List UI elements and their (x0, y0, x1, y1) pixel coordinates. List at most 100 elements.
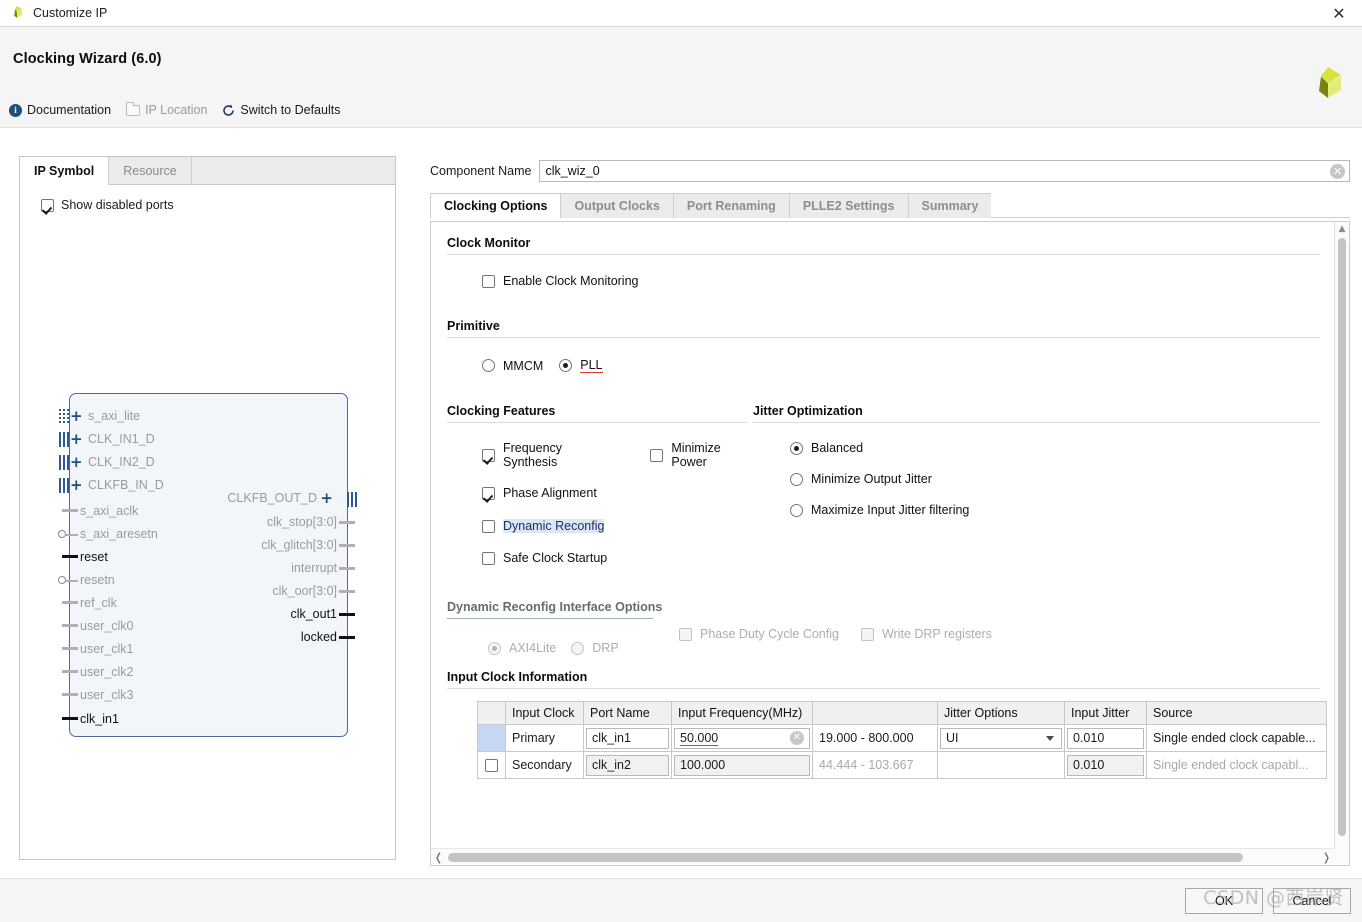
symbol-port-label: ref_clk (80, 596, 117, 610)
symbol-port-clk-in2-d[interactable]: + CLK_IN2_D (59, 455, 155, 470)
cell-port-name[interactable]: clk_in1 (583, 724, 672, 752)
ok-button[interactable]: OK (1185, 888, 1263, 914)
clocking-options-page: Clock Monitor Enable Clock Monitoring Pr… (430, 221, 1350, 866)
cancel-button[interactable]: Cancel (1273, 888, 1351, 914)
write-drp-registers-checkbox (860, 627, 874, 641)
axi4lite-radio (488, 641, 501, 655)
clocking-options-scroll-area: Clock Monitor Enable Clock Monitoring Pr… (431, 222, 1334, 848)
tab-plle2-settings[interactable]: PLLE2 Settings (788, 193, 908, 218)
tab-port-renaming[interactable]: Port Renaming (672, 193, 789, 218)
clear-icon[interactable]: ✕ (1330, 164, 1345, 179)
horizontal-scrollbar-track[interactable] (446, 852, 1319, 862)
symbol-port-s-axi-aclk: s_axi_aclk (62, 504, 138, 518)
tab-ip-symbol[interactable]: IP Symbol (20, 157, 110, 185)
cell-input-clock: Primary (505, 724, 584, 752)
phase-alignment-checkbox[interactable] (482, 486, 495, 500)
safe-clock-startup-row[interactable]: Safe Clock Startup (482, 551, 753, 565)
minimize-power-row[interactable]: Minimize Power (650, 441, 753, 469)
dynamic-reconfig-checkbox[interactable] (482, 519, 495, 533)
switch-to-defaults-link[interactable]: Switch to Defaults (222, 103, 340, 117)
mmcm-radio[interactable] (482, 359, 495, 372)
phase-alignment-row[interactable]: Phase Alignment (482, 486, 753, 500)
symbol-port-clk-in1-d[interactable]: + CLK_IN1_D (59, 432, 155, 447)
minimize-power-checkbox[interactable] (650, 448, 664, 462)
drp-label: DRP (592, 641, 619, 655)
documentation-link-label: Documentation (27, 103, 112, 117)
clear-icon[interactable]: ✕ (790, 731, 804, 745)
bus-connector-icon (59, 409, 70, 424)
tab-resource[interactable]: Resource (109, 157, 192, 184)
minimize-output-jitter-radio[interactable] (790, 472, 803, 486)
secondary-clock-checkbox[interactable] (485, 758, 498, 772)
refresh-icon (222, 104, 235, 117)
window-titlebar: Customize IP ✕ (0, 0, 1362, 27)
close-icon[interactable]: ✕ (1316, 0, 1362, 27)
section-input-clock-information: Input Clock Information Input Clock Port… (431, 670, 1334, 779)
port-name-input[interactable]: clk_in1 (586, 727, 669, 749)
maximize-input-jitter-row[interactable]: Maximize Input Jitter filtering (790, 503, 1334, 517)
vertical-scrollbar[interactable]: ▲ (1334, 222, 1349, 848)
scroll-up-icon[interactable]: ▲ (1335, 222, 1349, 236)
dynamic-reconfig-row[interactable]: Dynamic Reconfig (482, 519, 753, 533)
tab-output-clocks[interactable]: Output Clocks (560, 193, 673, 218)
primitive-option-mmcm[interactable]: MMCM (482, 359, 543, 373)
minimize-output-jitter-row[interactable]: Minimize Output Jitter (790, 472, 1334, 486)
symbol-port-label: clk_stop[3:0] (266, 515, 337, 529)
expand-icon[interactable]: + (70, 409, 83, 424)
pin-stub-icon (62, 693, 78, 696)
frequency-synthesis-checkbox[interactable] (482, 448, 495, 462)
dialog-content: IP Symbol Resource Show disabled ports +… (0, 129, 1362, 878)
symbol-port-label: interrupt (291, 561, 337, 575)
maximize-input-jitter-radio[interactable] (790, 503, 803, 517)
input-jitter-input[interactable]: 0.010 (1067, 727, 1144, 749)
cell-input-jitter[interactable]: 0.010 (1064, 724, 1147, 752)
pin-stub-icon (339, 521, 355, 524)
horizontal-scrollbar[interactable]: ❬ ❭ (431, 848, 1334, 865)
ip-symbol-panel: IP Symbol Resource Show disabled ports +… (19, 156, 396, 860)
symbol-port-clkfb-out-d[interactable]: CLKFB_OUT_D + (227, 491, 357, 507)
scroll-left-icon[interactable]: ❬ (431, 851, 446, 864)
scroll-right-icon[interactable]: ❭ (1319, 851, 1334, 864)
table-row[interactable]: Primary clk_in1 50.000 ✕ 19.000 - 800.00… (477, 724, 1327, 752)
symbol-port-s-axi-aresetn: s_axi_aresetn (58, 527, 158, 541)
cell-input-frequency[interactable]: 50.000 ✕ (671, 724, 813, 752)
jitter-options-value: UI (946, 731, 959, 745)
table-row[interactable]: Secondary clk_in2 100.000 44.444 - 103.6… (477, 751, 1327, 779)
cell-jitter-options[interactable]: UI (937, 724, 1065, 752)
axi4lite-label: AXI4Lite (509, 641, 557, 655)
balanced-radio[interactable] (790, 441, 803, 455)
show-disabled-ports-checkbox[interactable] (41, 198, 54, 212)
bus-connector-icon (59, 478, 70, 493)
symbol-port-s-axi-lite[interactable]: + s_axi_lite (59, 409, 140, 424)
frequency-synthesis-row[interactable]: Frequency Synthesis (482, 441, 611, 469)
input-frequency-input[interactable]: 50.000 ✕ (674, 727, 810, 749)
row-select-cell[interactable] (477, 751, 506, 779)
vertical-scrollbar-thumb[interactable] (1338, 238, 1346, 836)
row-select-cell[interactable] (477, 724, 506, 752)
pin-stub-icon (339, 636, 355, 639)
expand-icon[interactable]: + (320, 491, 333, 506)
pll-radio[interactable] (559, 359, 573, 372)
section-jitter-optimization-title: Jitter Optimization (753, 404, 863, 418)
primitive-option-pll[interactable]: PLL (559, 358, 603, 373)
expand-icon[interactable]: + (70, 455, 83, 470)
enable-clock-monitoring-row[interactable]: Enable Clock Monitoring (482, 274, 1334, 288)
tab-summary[interactable]: Summary (907, 193, 992, 218)
safe-clock-startup-checkbox[interactable] (482, 551, 495, 565)
symbol-port-clkfb-in-d[interactable]: + CLKFB_IN_D (59, 478, 164, 493)
balanced-row[interactable]: Balanced (790, 441, 1334, 455)
symbol-port-label: locked (300, 630, 337, 644)
tab-clocking-options[interactable]: Clocking Options (430, 193, 561, 218)
ip-location-link-label: IP Location (145, 103, 208, 117)
col-select (477, 701, 506, 725)
component-name-input[interactable] (540, 161, 1349, 181)
left-panel-tabbar-filler (192, 157, 395, 184)
documentation-link[interactable]: i Documentation (9, 103, 111, 117)
expand-icon[interactable]: + (70, 478, 83, 493)
jitter-options-select[interactable]: UI (940, 727, 1062, 749)
expand-icon[interactable]: + (70, 432, 83, 447)
component-name-field-wrapper[interactable]: ✕ (539, 160, 1350, 182)
horizontal-scrollbar-thumb[interactable] (448, 852, 1243, 862)
show-disabled-ports-row[interactable]: Show disabled ports (41, 198, 174, 212)
enable-clock-monitoring-checkbox[interactable] (482, 274, 495, 288)
